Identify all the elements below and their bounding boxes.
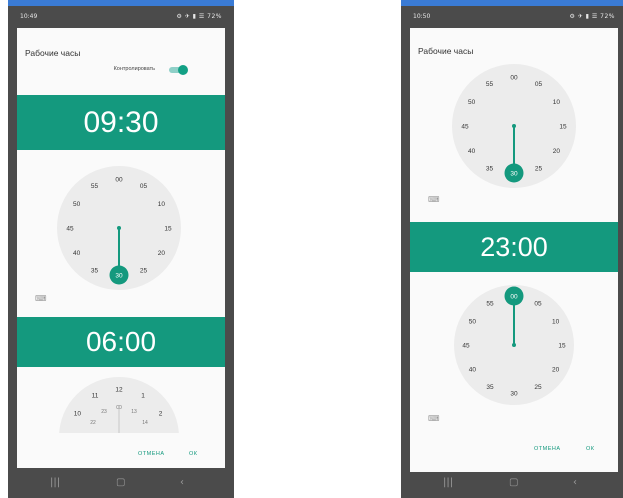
dial-number-21[interactable]: 21 <box>86 435 92 436</box>
home-icon[interactable]: ▢ <box>116 477 125 488</box>
dial-number-10[interactable]: 10 <box>74 410 82 417</box>
back-icon[interactable]: ‹ <box>573 477 577 488</box>
dial-number-25[interactable]: 25 <box>140 268 148 275</box>
dial-number-55[interactable]: 55 <box>486 81 494 88</box>
end-time-header[interactable]: 23:00 <box>410 222 618 272</box>
back-icon[interactable]: ‹ <box>180 477 184 488</box>
recent-apps-icon[interactable]: ||| <box>50 477 60 488</box>
cancel-button[interactable]: ОТМЕНА <box>138 451 165 457</box>
dial-number-2[interactable]: 2 <box>159 410 163 417</box>
dial-number-20[interactable]: 20 <box>552 366 560 373</box>
dial-number-40[interactable]: 40 <box>468 148 476 155</box>
end-time-display: 23:00 <box>480 232 548 262</box>
control-label: Контролировать <box>113 66 155 72</box>
navigation-bar: ||| ▢ ‹ <box>8 468 234 498</box>
dial-number-55[interactable]: 55 <box>486 301 494 308</box>
dial-number-10[interactable]: 10 <box>158 201 166 208</box>
dial-number-14[interactable]: 14 <box>142 420 148 426</box>
end-time-display: 06:00 <box>85 326 157 357</box>
dial-selected-label: 30 <box>510 171 518 178</box>
dial-number-12[interactable]: 12 <box>115 386 123 393</box>
dial-number-05[interactable]: 05 <box>534 301 542 308</box>
dial-number-40[interactable]: 40 <box>469 366 477 373</box>
start-time-header[interactable]: 09:30 <box>17 95 225 150</box>
end-time-header[interactable]: 06:00 <box>17 317 225 367</box>
dial-number-10[interactable]: 10 <box>552 318 560 325</box>
dial-number-35[interactable]: 35 <box>486 384 494 391</box>
dial-number-25[interactable]: 25 <box>535 166 543 173</box>
working-hours-dialog: Рабочие часы Контролировать 09:30 00 05 10… <box>17 28 225 468</box>
home-icon[interactable]: ▢ <box>509 477 518 488</box>
start-time-display: 09:30 <box>83 106 159 139</box>
working-hours-dialog: Рабочие часы 00 05 10 15 20 25 35 40 45 50 55 30 ⌨… <box>410 28 618 472</box>
dial-number-55[interactable]: 55 <box>91 183 99 190</box>
dial-number-45[interactable]: 45 <box>462 342 470 349</box>
dial-number-05[interactable]: 05 <box>140 183 148 190</box>
status-time: 10:50 <box>413 13 431 20</box>
dial-number-15[interactable]: 15 <box>558 342 566 349</box>
status-time: 10:49 <box>20 13 38 20</box>
dial-number-00[interactable]: 00 <box>510 74 518 81</box>
status-icons: ⚙ ✈ ▮ ☰ 72% <box>569 13 615 20</box>
end-hour-dial[interactable]: 121234567891011001314151617181920212223 <box>17 374 225 436</box>
dial-number-05[interactable]: 05 <box>535 81 543 88</box>
status-bar: 10:50 ⚙ ✈ ▮ ☰ 72% <box>401 6 623 28</box>
dial-number-50[interactable]: 50 <box>469 318 477 325</box>
dial-number-15[interactable]: 15 <box>559 123 567 130</box>
end-minute-dial[interactable]: 05 10 15 20 25 30 35 40 45 50 55 00 <box>410 280 618 410</box>
dial-number-00[interactable]: 00 <box>115 176 123 183</box>
dial-number-10[interactable]: 10 <box>553 99 561 106</box>
dialog-title: Рабочие часы <box>25 48 81 58</box>
dial-number-45[interactable]: 45 <box>66 225 74 232</box>
dial-number-40[interactable]: 40 <box>73 250 81 257</box>
dial-number-25[interactable]: 25 <box>534 384 542 391</box>
control-toggle[interactable] <box>167 65 188 75</box>
dial-number-11[interactable]: 11 <box>92 393 99 400</box>
dial-number-15[interactable]: 15 <box>146 435 152 436</box>
dial-number-13[interactable]: 13 <box>131 409 137 415</box>
dial-number-20[interactable]: 20 <box>158 250 166 257</box>
keyboard-icon[interactable]: ⌨ <box>35 294 47 303</box>
start-minute-dial[interactable]: 00 05 10 15 20 25 35 40 45 50 55 30 <box>410 55 618 193</box>
recent-apps-icon[interactable]: ||| <box>443 477 453 488</box>
dial-number-15[interactable]: 15 <box>164 225 172 232</box>
status-icons: ⚙ ✈ ▮ ☰ 72% <box>176 13 222 20</box>
ok-button[interactable]: ОК <box>586 446 594 452</box>
cancel-button[interactable]: ОТМЕНА <box>534 446 561 452</box>
dial-number-1[interactable]: 1 <box>141 393 145 400</box>
dial-number-30[interactable]: 30 <box>510 390 518 397</box>
dial-number-50[interactable]: 50 <box>468 99 476 106</box>
dial-number-45[interactable]: 45 <box>461 123 469 130</box>
dial-selected-label: 00 <box>510 294 518 301</box>
status-bar: 10:49 ⚙ ✈ ▮ ☰ 72% <box>8 6 234 28</box>
dial-number-23[interactable]: 23 <box>101 409 107 415</box>
dial-number-3[interactable]: 3 <box>165 434 169 436</box>
control-toggle-row[interactable]: Контролировать <box>77 63 188 77</box>
dial-number-50[interactable]: 50 <box>73 201 81 208</box>
start-minute-dial[interactable]: 00 05 10 15 20 25 35 40 45 50 55 30 <box>17 161 225 296</box>
keyboard-icon[interactable]: ⌨ <box>428 195 440 204</box>
navigation-bar: ||| ▢ ‹ <box>401 468 623 498</box>
dial-number-20[interactable]: 20 <box>553 148 561 155</box>
ok-button[interactable]: ОК <box>189 451 197 457</box>
phone-screen-right: 10:50 ⚙ ✈ ▮ ☰ 72% Рабочие часы 00 05 10 15 2… <box>401 6 623 498</box>
dial-selected-label: 30 <box>115 273 123 280</box>
dial-number-22[interactable]: 22 <box>90 420 96 426</box>
keyboard-icon[interactable]: ⌨ <box>428 414 440 423</box>
dial-number-9[interactable]: 9 <box>69 434 73 436</box>
dial-number-35[interactable]: 35 <box>91 268 99 275</box>
dial-number-35[interactable]: 35 <box>486 166 494 173</box>
phone-screen-left: 10:49 ⚙ ✈ ▮ ☰ 72% Рабочие часы Контролир… <box>8 6 234 498</box>
